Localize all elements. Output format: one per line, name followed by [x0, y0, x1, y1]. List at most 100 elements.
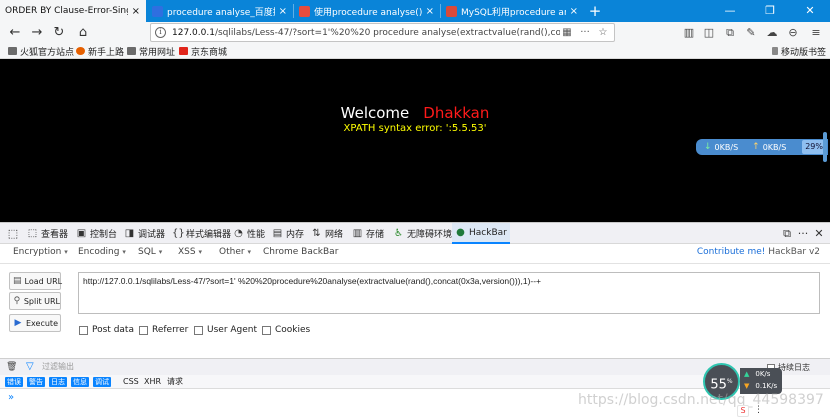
firefox-icon	[76, 47, 85, 55]
debugger-icon: ◨	[124, 228, 135, 239]
maximize-button[interactable]: ❐	[750, 0, 790, 22]
cloud-icon[interactable]: ☁	[764, 25, 780, 41]
library-icon[interactable]: ▥	[681, 25, 697, 41]
checkbox-label: Cookies	[275, 325, 311, 335]
bookmark-star-icon[interactable]: ☆	[596, 27, 610, 38]
hackbar-url-input[interactable]: http://127.0.0.1/sqlilabs/Less-47/?sort=…	[78, 272, 820, 314]
tab-inspector[interactable]: ⬚ 查看器	[24, 223, 71, 244]
filter-css[interactable]: CSS	[121, 377, 141, 387]
tab-label: 网络	[325, 230, 344, 240]
execute-icon: ▶	[14, 318, 22, 328]
split-url-button[interactable]: ⚲ Split URL	[9, 292, 61, 310]
sync-icon[interactable]: ⧉	[722, 25, 738, 41]
more-options-icon[interactable]: ···	[796, 226, 810, 242]
execute-button[interactable]: ▶ Execute	[9, 314, 61, 332]
filter-info[interactable]: 信息	[71, 377, 89, 387]
home-button[interactable]: ⌂	[75, 25, 91, 41]
console-filter-input[interactable]: 过滤输出	[42, 361, 74, 372]
checkbox-icon[interactable]	[194, 325, 203, 335]
site-info-icon[interactable]: i	[155, 27, 166, 38]
close-icon[interactable]: ×	[570, 6, 578, 17]
checkbox-icon[interactable]	[79, 325, 88, 335]
tab-debugger[interactable]: ◨ 调试器	[121, 223, 168, 244]
tab-performance[interactable]: ◔ 性能	[230, 223, 268, 244]
load-url-button[interactable]: ▤ Load URL	[9, 272, 62, 290]
console-input-prompt[interactable]: »	[8, 392, 14, 403]
tab-style-editor[interactable]: {} 样式编辑器	[169, 223, 234, 244]
filter-errors[interactable]: 错误	[5, 377, 23, 387]
tab-memory[interactable]: ▤ 内存	[269, 223, 307, 244]
more-vertical-icon[interactable]: ⋮	[754, 405, 763, 415]
tab-procedure-analyse-usage[interactable]: 使用procedure analyse()分析 ×	[294, 0, 440, 22]
filter-warnings[interactable]: 警告	[27, 377, 45, 387]
tab-mysql-procedure[interactable]: MySQL利用procedure analys ×	[441, 0, 584, 22]
menu-label: SQL	[138, 247, 156, 257]
qr-code-icon[interactable]: ▦	[560, 27, 574, 38]
menu-label: Encoding	[78, 247, 120, 257]
checkbox-post-data[interactable]: Post data	[79, 325, 134, 335]
filter-debug[interactable]: 调试	[93, 377, 111, 387]
sidebar-icon[interactable]: ◫	[701, 25, 717, 41]
menu-chrome-backbar[interactable]: Chrome BackBar	[263, 247, 338, 257]
csdn-icon[interactable]: S	[737, 405, 749, 417]
bookmark-jd-mall[interactable]: 京东商城	[179, 44, 227, 58]
dock-icon[interactable]: ⧉	[780, 226, 794, 242]
filter-logs[interactable]: 日志	[49, 377, 67, 387]
close-icon[interactable]: ×	[426, 6, 434, 17]
page-favicon-icon	[446, 5, 457, 17]
comment-icon[interactable]: ✎	[743, 25, 759, 41]
trash-icon[interactable]: 🗑	[6, 361, 17, 373]
contribute-link[interactable]: Contribute me!	[697, 247, 765, 257]
menu-icon[interactable]: ≡	[808, 25, 824, 41]
close-icon[interactable]: ×	[132, 6, 140, 17]
forward-button[interactable]: →	[29, 25, 45, 41]
hackbar-menu: Encryption ▾ Encoding ▾ SQL ▾ XSS ▾ Othe…	[0, 244, 830, 264]
arrow-up-icon: ▲	[744, 370, 750, 378]
tab-network[interactable]: ⇅ 网络	[308, 223, 346, 244]
network-speed-widget[interactable]: ↓ 0KB/S ↑ 0KB/S 29%	[696, 139, 828, 155]
tab-console[interactable]: ▣ 控制台	[73, 223, 120, 244]
page-scrollbar[interactable]	[823, 132, 827, 162]
menu-encoding[interactable]: Encoding ▾	[78, 247, 126, 257]
bookmark-getting-started[interactable]: 新手上路	[76, 44, 124, 58]
close-window-button[interactable]: ✕	[790, 0, 830, 22]
menu-other[interactable]: Other ▾	[219, 247, 251, 257]
address-bar[interactable]: i 127.0.0.1/sqlilabs/Less-47/?sort=1'%20…	[150, 23, 615, 42]
welcome-name: Dhakkan	[423, 104, 490, 122]
bookmark-firefox-site[interactable]: 火狐官方站点	[8, 44, 74, 58]
page-actions-icon[interactable]: ···	[578, 27, 592, 38]
checkbox-user-agent[interactable]: User Agent	[194, 325, 257, 335]
close-devtools-icon[interactable]: ✕	[812, 226, 826, 242]
menu-xss[interactable]: XSS ▾	[178, 247, 202, 257]
menu-sql[interactable]: SQL ▾	[138, 247, 162, 257]
tab-baidu-search[interactable]: procedure analyse_百度搜索 ×	[147, 0, 293, 22]
url-text[interactable]: 127.0.0.1/sqlilabs/Less-47/?sort=1'%20%2…	[172, 28, 560, 38]
minimize-button[interactable]: —	[710, 0, 750, 22]
csdn-watermark: https://blog.csdn.net/qq_44598397	[578, 392, 824, 408]
new-tab-button[interactable]: +	[586, 1, 604, 21]
mobile-bookmarks[interactable]: 移动版书签	[772, 44, 826, 58]
bookmark-common-sites[interactable]: 常用网址	[127, 44, 175, 58]
tab-accessibility[interactable]: ♿ 无障碍环境	[390, 223, 455, 244]
reload-button[interactable]: ↻	[51, 25, 67, 41]
element-picker-icon[interactable]: ⬚	[6, 226, 20, 242]
checkbox-label: Referrer	[152, 325, 189, 335]
tab-order-by-clause[interactable]: ORDER BY Clause-Error-Single q ×	[0, 0, 146, 22]
tab-hackbar[interactable]: ● HackBar	[452, 223, 510, 244]
menu-encryption[interactable]: Encryption ▾	[13, 247, 68, 257]
bookmark-label: 新手上路	[88, 47, 125, 58]
speed-value: 55	[710, 377, 727, 393]
filter-requests[interactable]: 请求	[165, 377, 185, 387]
download-icon[interactable]: ⊖	[785, 25, 801, 41]
close-icon[interactable]: ×	[279, 6, 287, 17]
back-button[interactable]: ←	[7, 25, 23, 41]
checkbox-icon[interactable]	[139, 325, 148, 335]
checkbox-cookies[interactable]: Cookies	[262, 325, 310, 335]
filter-icon[interactable]: ▽	[26, 361, 34, 373]
filter-xhr[interactable]: XHR	[142, 377, 163, 387]
tab-storage[interactable]: ▥ 存储	[349, 223, 387, 244]
upload-arrow-icon: ↑	[752, 142, 760, 152]
tab-label: 性能	[247, 230, 266, 240]
checkbox-referrer[interactable]: Referrer	[139, 325, 188, 335]
checkbox-icon[interactable]	[262, 325, 271, 335]
